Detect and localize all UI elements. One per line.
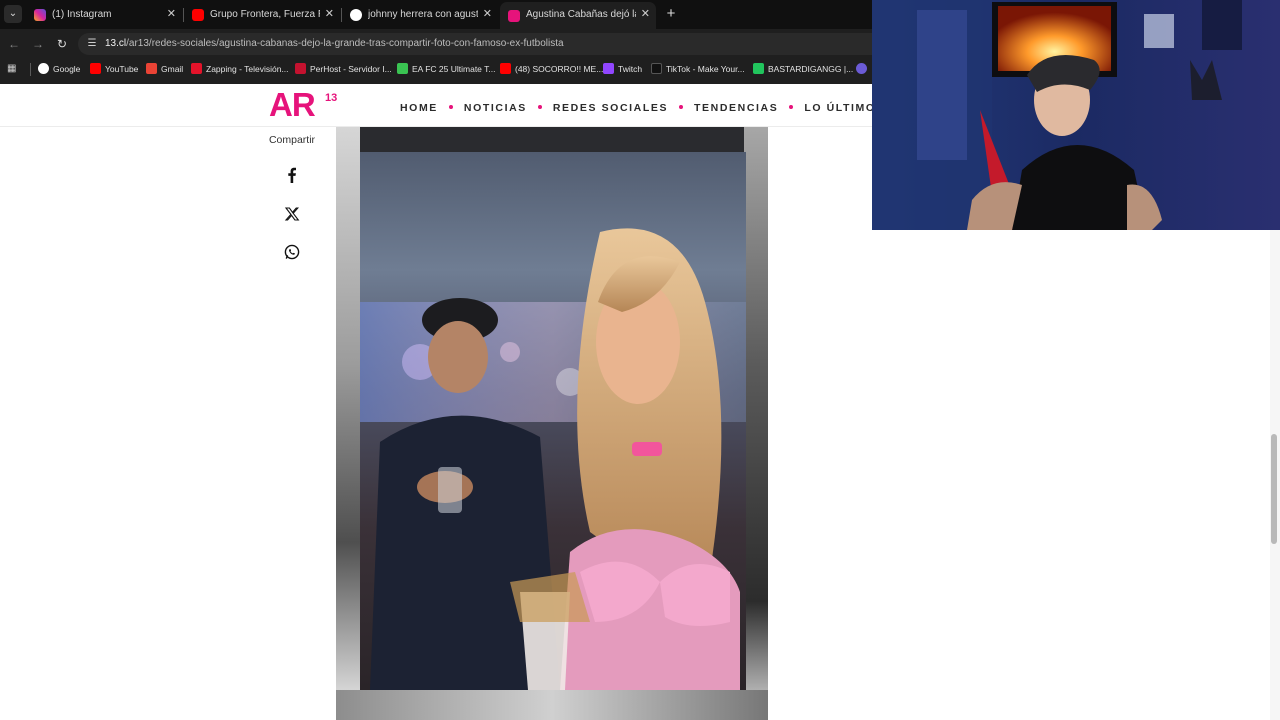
bookmark-tiktok[interactable]: TikTok - Make Your... — [651, 62, 745, 77]
bookmark-label: (48) SOCORRO!! ME... — [515, 64, 604, 74]
back-icon[interactable]: ← — [5, 35, 23, 53]
zapping-icon — [191, 63, 202, 74]
tab-strip: ⌄ (1) Instagram ✕ Grupo Frontera, Fuerza… — [0, 0, 872, 29]
main-nav: HOME NOTICIAS REDES SOCIALES TENDENCIAS LO Ú… — [400, 98, 876, 114]
bookmark-twitch[interactable]: Twitch — [603, 62, 642, 77]
image-blur-right — [744, 127, 768, 720]
instagram-icon — [34, 8, 46, 21]
tab-title: johnny herrera con agustina - B — [368, 9, 478, 20]
address-bar[interactable]: ☰ 13.cl/ar13/redes-sociales/agustina-cab… — [78, 33, 872, 55]
bookmarks-bar: ▦ Google YouTube Gmail Zapping - Televis… — [0, 59, 872, 80]
nav-separator-dot — [789, 105, 794, 109]
x-icon[interactable] — [283, 205, 301, 223]
ea-fc-icon — [397, 63, 408, 74]
bookmark-label: Gmail — [161, 64, 184, 74]
bookmark-google[interactable]: Google — [38, 62, 80, 77]
google-icon — [350, 8, 362, 21]
reload-icon[interactable]: ↻ — [53, 35, 71, 53]
apps-grid-icon[interactable]: ▦ — [7, 63, 19, 75]
logo-superscript: 13 — [325, 92, 338, 104]
nav-redes-sociales[interactable]: REDES SOCIALES — [553, 102, 668, 114]
photo-illustration — [360, 228, 746, 690]
nav-home[interactable]: HOME — [400, 102, 438, 114]
google-icon — [38, 63, 49, 74]
bookmark-label: PerHost - Servidor I... — [310, 64, 392, 74]
nav-lo-ultimo[interactable]: LO ÚLTIMO — [804, 102, 875, 114]
tab-title: Grupo Frontera, Fuerza Regida, — [210, 9, 320, 20]
bookmark-label: Twitch — [618, 64, 643, 74]
bookmark-label: Zapping - Televisión... — [206, 64, 289, 74]
globe-icon — [856, 63, 867, 74]
nav-separator-dot — [537, 105, 542, 109]
bookmark-zapping[interactable]: Zapping - Televisión... — [191, 62, 289, 77]
youtube-icon — [192, 8, 204, 21]
close-icon[interactable]: ✕ — [167, 4, 176, 25]
close-icon[interactable]: ✕ — [641, 2, 650, 27]
youtube-icon — [90, 63, 101, 74]
tiktok-icon — [651, 63, 662, 74]
whatsapp-icon[interactable] — [283, 243, 301, 261]
url-path: /ar13/redes-sociales/agustina-cabanas-de… — [126, 38, 564, 49]
image-blur-bottom — [336, 690, 768, 720]
bookmark-gmail[interactable]: Gmail — [146, 62, 183, 77]
bookmark-label: EA FC 25 Ultimate T... — [412, 64, 496, 74]
bookmark-overflow[interactable] — [856, 62, 871, 77]
share-panel: Compartir — [262, 134, 322, 260]
new-tab-button[interactable]: + — [662, 4, 680, 24]
bookmark-label: Google — [53, 64, 81, 74]
webcam-overlay — [872, 0, 1280, 230]
tab-instagram[interactable]: (1) Instagram ✕ — [26, 4, 182, 25]
logo-text: AR — [269, 86, 316, 123]
gmail-icon — [146, 63, 157, 74]
tab-title: Agustina Cabañas dejó la grand — [526, 9, 636, 20]
share-label: Compartir — [268, 134, 316, 146]
image-blur-left — [336, 127, 360, 720]
tab-article[interactable]: Agustina Cabañas dejó la grand ✕ — [500, 2, 656, 29]
facebook-icon[interactable] — [283, 166, 301, 184]
bookmark-label: TikTok - Make Your... — [666, 64, 745, 74]
nav-separator-dot — [448, 105, 453, 109]
url-host: 13.cl — [105, 38, 127, 49]
perhost-icon — [295, 63, 306, 74]
nav-noticias[interactable]: NOTICIAS — [464, 102, 527, 114]
ar13-favicon-icon — [508, 9, 520, 22]
url-text[interactable]: 13.cl/ar13/redes-sociales/agustina-caban… — [105, 33, 564, 55]
article-photo — [360, 152, 746, 690]
tab-title: (1) Instagram — [52, 9, 112, 20]
close-icon[interactable]: ✕ — [325, 4, 334, 25]
nav-separator-dot — [679, 105, 684, 109]
bookmark-separator — [30, 63, 31, 76]
bookmark-label: BASTARDIGANGG |... — [768, 64, 854, 74]
tab-google-search[interactable]: johnny herrera con agustina - B ✕ — [342, 4, 498, 25]
bookmark-youtube[interactable]: YouTube — [90, 62, 138, 77]
bookmark-label: YouTube — [105, 64, 139, 74]
twitch-icon — [603, 63, 614, 74]
youtube-icon — [500, 63, 511, 74]
webcam-illustration — [872, 0, 1280, 230]
bookmark-ea-fc[interactable]: EA FC 25 Ultimate T... — [397, 62, 495, 77]
forward-icon[interactable]: → — [29, 35, 47, 53]
toolbar: ← → ↻ ☰ 13.cl/ar13/redes-sociales/agusti… — [0, 29, 872, 59]
tab-youtube[interactable]: Grupo Frontera, Fuerza Regida, ✕ — [184, 4, 340, 25]
scrollbar-thumb[interactable] — [1271, 434, 1277, 544]
bookmark-perhost[interactable]: PerHost - Servidor I... — [295, 62, 392, 77]
site-header: AR 13 HOME NOTICIAS REDES SOCIALES TENDENCI… — [0, 84, 874, 127]
close-icon[interactable]: ✕ — [483, 4, 492, 25]
site-settings-icon[interactable]: ☰ — [86, 38, 98, 50]
kick-icon — [753, 63, 764, 74]
article-image[interactable] — [336, 127, 768, 720]
nav-tendencias[interactable]: TENDENCIAS — [694, 102, 778, 114]
bookmark-socorro[interactable]: (48) SOCORRO!! ME... — [500, 62, 603, 77]
tab-search-button[interactable]: ⌄ — [4, 5, 22, 23]
bookmark-bastardigangg[interactable]: BASTARDIGANGG |... — [753, 62, 853, 77]
site-logo[interactable]: AR 13 — [269, 86, 337, 123]
